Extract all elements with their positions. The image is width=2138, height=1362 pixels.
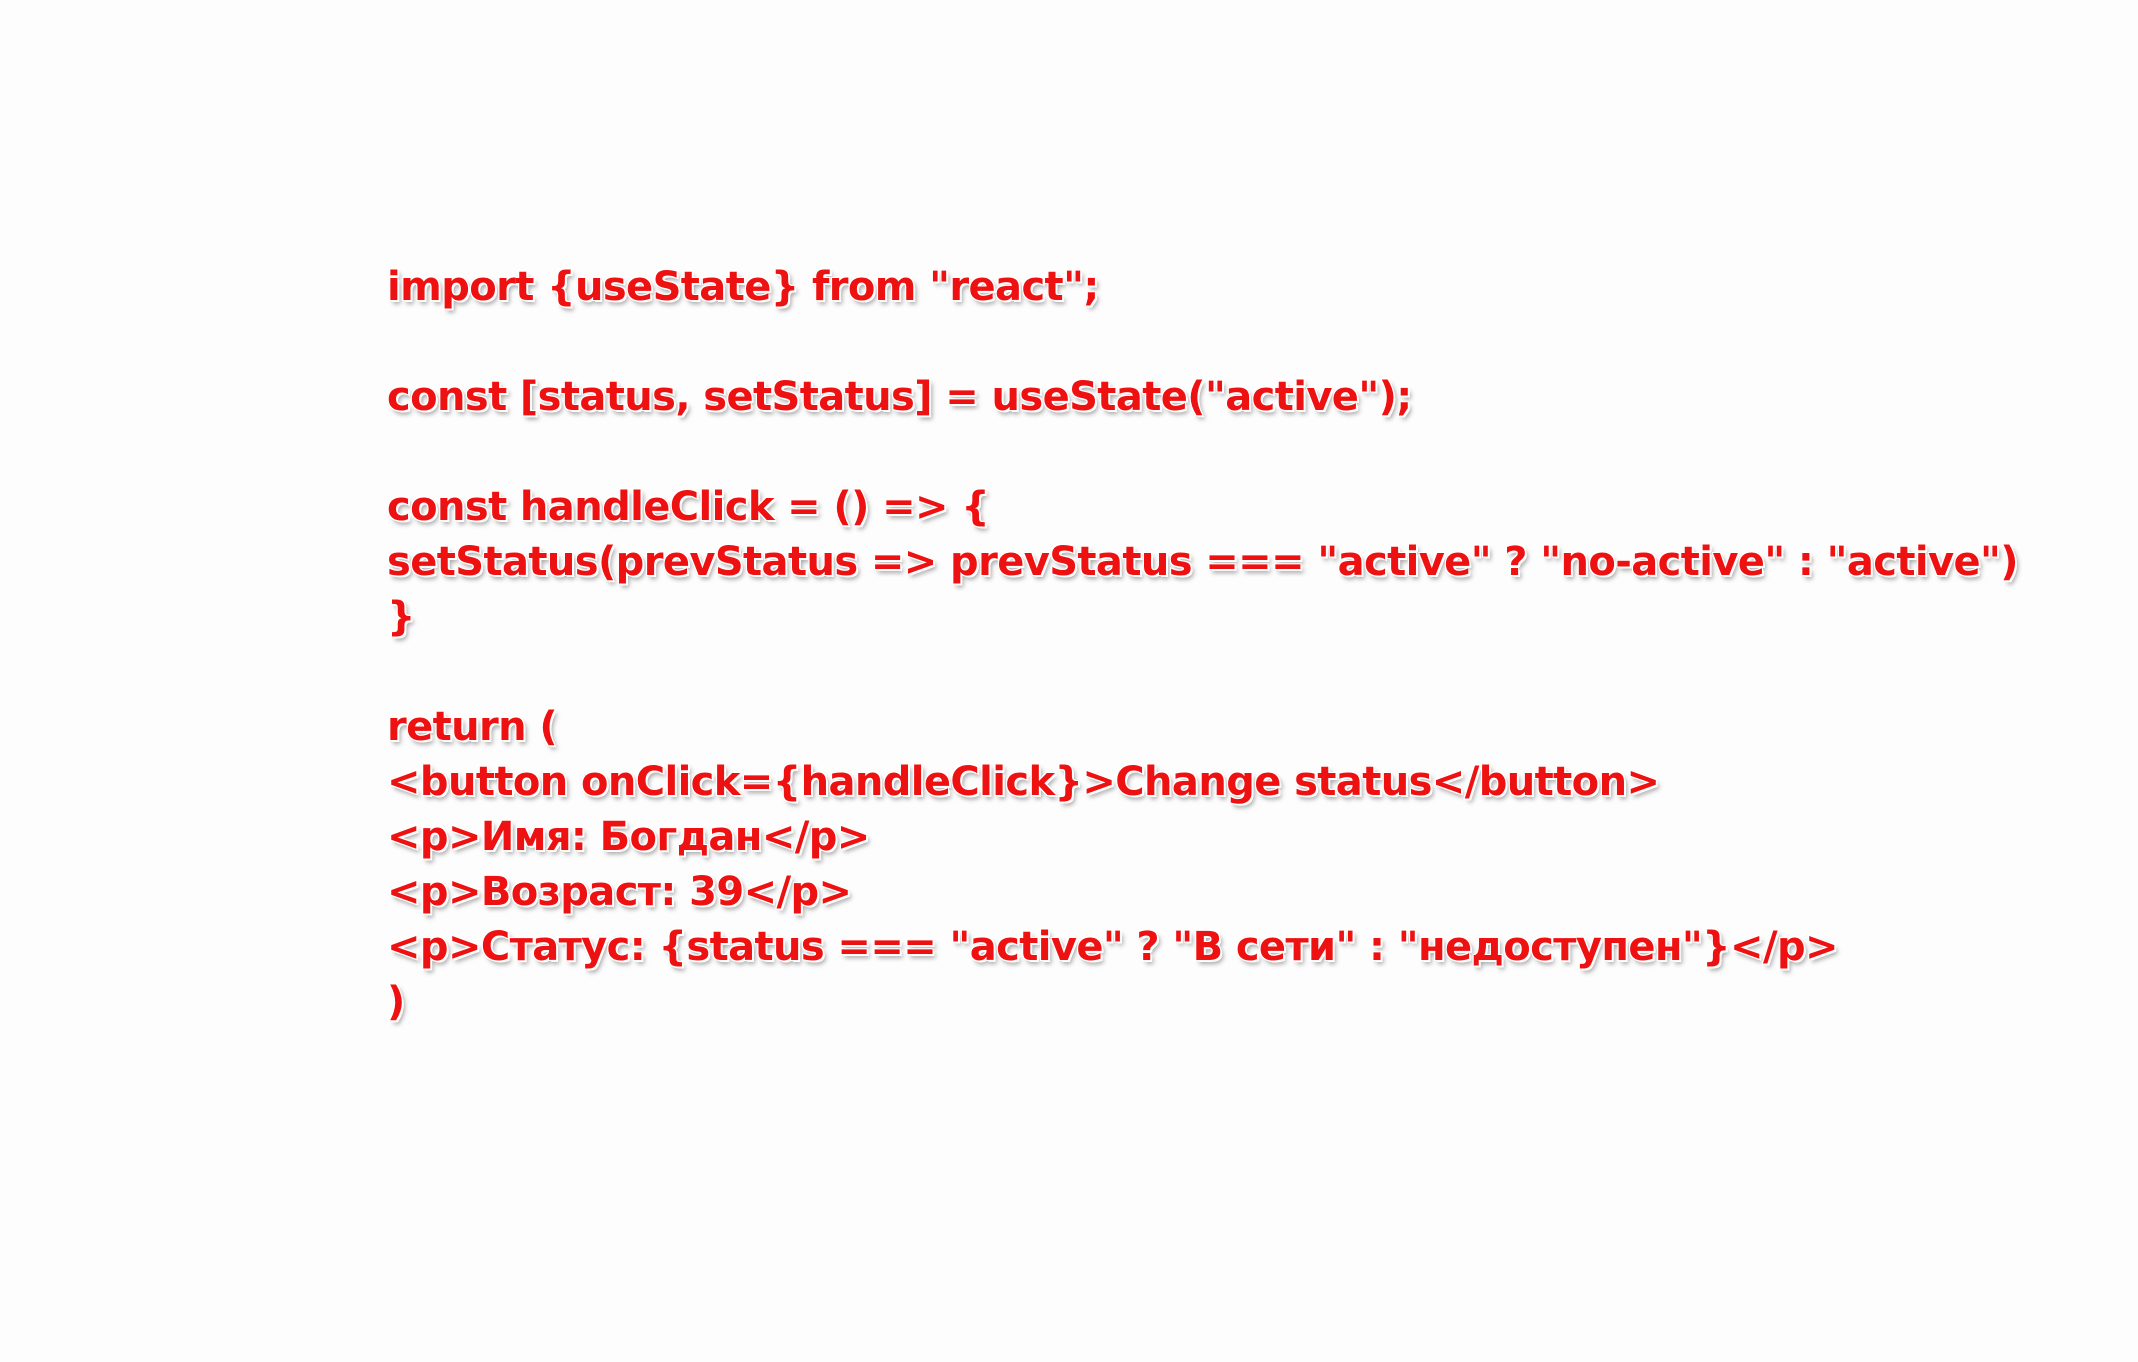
code-line-name: <p>Имя: Богдан</p> [387, 814, 870, 860]
code-line-setstatus: setStatus(prevStatus => prevStatus === "… [387, 539, 2019, 585]
image-canvas: import {useState} from "react"; const [s… [0, 0, 2138, 1362]
code-line-usestate: const [status, setStatus] = useState("ac… [387, 374, 1412, 420]
code-line-age: <p>Возраст: 39</p> [387, 869, 852, 915]
code-line-import: import {useState} from "react"; [387, 264, 1099, 310]
code-line-status: <p>Статус: {status === "active" ? "В сет… [387, 924, 1839, 970]
code-line-close-paren: ) [387, 979, 405, 1025]
code-line-handleclick: const handleClick = () => { [387, 484, 990, 530]
code-line-close-brace: } [387, 594, 415, 640]
code-line-button: <button onClick={handleClick}>Change sta… [387, 759, 1660, 805]
code-snippet: import {useState} from "react"; const [s… [387, 260, 2019, 1030]
code-line-return: return ( [387, 704, 558, 750]
